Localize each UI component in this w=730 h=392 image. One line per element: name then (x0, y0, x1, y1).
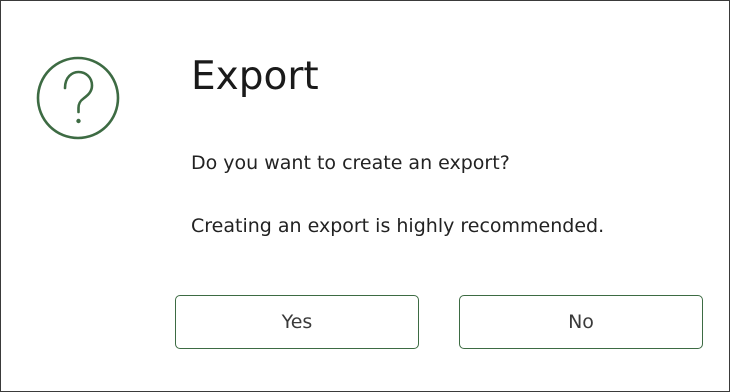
question-circle-icon (35, 55, 121, 141)
dialog-message-question: Do you want to create an export? (191, 152, 510, 174)
dialog-title: Export (191, 54, 319, 99)
dialog-message-recommendation: Creating an export is highly recommended… (191, 215, 605, 237)
export-dialog: Export Do you want to create an export? … (0, 0, 730, 392)
yes-button[interactable]: Yes (175, 295, 419, 349)
no-button[interactable]: No (459, 295, 703, 349)
